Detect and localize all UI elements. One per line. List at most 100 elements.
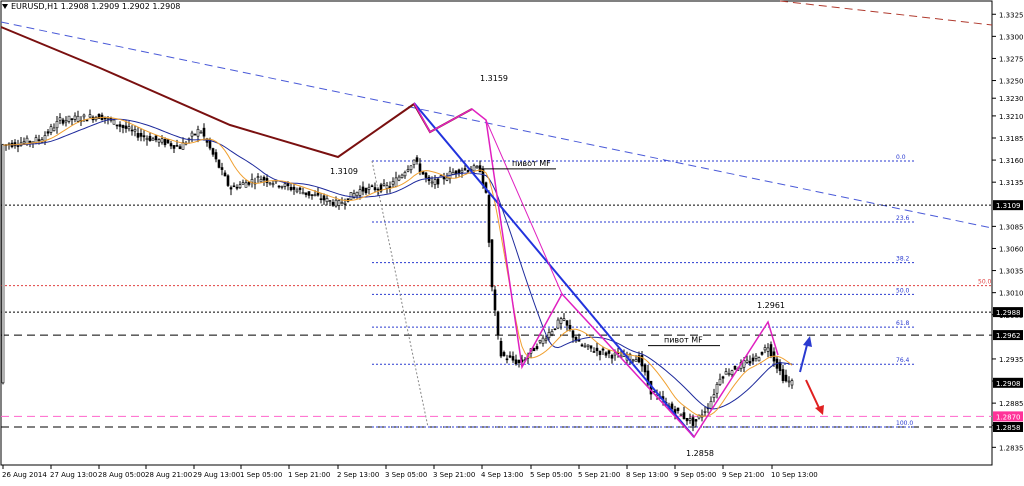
candle-body xyxy=(460,169,464,173)
candle-body xyxy=(610,355,614,359)
candle-body xyxy=(34,137,38,143)
candle-body xyxy=(364,188,368,194)
candle-body xyxy=(130,129,134,132)
candle-body xyxy=(559,318,563,324)
x-tick-label: 1 Sep 21:00 xyxy=(288,471,330,479)
candle-body xyxy=(49,126,53,133)
candle-body xyxy=(769,344,773,357)
chart-svg: 1.3325 1.3300 1.3275 1.3250 1.3230 1.3210 1.31… xyxy=(0,0,1024,479)
x-tick-label: 4 Sep 13:00 xyxy=(481,471,523,479)
candle-body xyxy=(46,131,50,134)
fib-level-label: 50.0 xyxy=(896,287,910,294)
candle-body xyxy=(292,186,296,190)
candle-body xyxy=(493,289,497,311)
candle-body xyxy=(238,184,242,189)
fib-level-label: 100.0 xyxy=(896,420,913,427)
candle-body xyxy=(403,172,407,177)
candle-body xyxy=(727,373,731,375)
candle-body xyxy=(322,195,326,201)
candle-body xyxy=(295,189,299,193)
candle-body xyxy=(463,168,467,170)
candle-body xyxy=(163,139,167,146)
candle-body xyxy=(370,185,374,188)
candle-body xyxy=(70,118,74,121)
price-tag-label: 1.2858 xyxy=(996,424,1021,432)
candle-body xyxy=(694,419,698,422)
candle-body xyxy=(787,380,791,383)
candle-body xyxy=(454,170,458,174)
candle-body xyxy=(631,359,635,362)
candle-body xyxy=(358,189,362,196)
x-tick-label: 8 Sep 13:00 xyxy=(626,471,668,479)
candle-body xyxy=(289,186,293,191)
candle-body xyxy=(67,115,71,122)
candle-body xyxy=(175,145,179,147)
candle-body xyxy=(220,167,224,170)
candle-body xyxy=(487,195,491,243)
candle-body xyxy=(1,144,5,384)
candle-body xyxy=(178,146,182,150)
ohlc-low: 1.2902 xyxy=(121,2,150,11)
candle-body xyxy=(715,384,719,394)
candle-body xyxy=(229,187,233,190)
candle-body xyxy=(286,182,290,187)
candle-body xyxy=(604,352,608,356)
candle-body xyxy=(766,347,770,352)
candle-body xyxy=(721,376,725,379)
y-tick-label: 1.3060 xyxy=(999,245,1024,253)
annotation-1.2961: 1.2961 xyxy=(757,301,785,310)
fib-level-label: 38.2 xyxy=(896,256,910,263)
symbol-label: EURUSD,H1 xyxy=(11,2,59,11)
candle-body xyxy=(313,194,317,197)
candle-body xyxy=(550,331,554,335)
y-tick-label: 1.3210 xyxy=(999,113,1024,121)
candle-body xyxy=(361,186,365,192)
candle-body xyxy=(283,183,287,187)
candle-body xyxy=(670,403,674,410)
candle-body xyxy=(607,350,611,354)
x-tick-label: 28 Aug 21:00 xyxy=(145,471,192,479)
candle-body xyxy=(226,175,230,186)
y-tick-label: 1.2835 xyxy=(999,444,1024,452)
x-tick-label: 26 Aug 2014 xyxy=(2,471,47,479)
candle-body xyxy=(751,357,755,362)
candle-body xyxy=(424,172,428,178)
candle-body xyxy=(139,132,143,137)
y-tick-label: 1.2935 xyxy=(999,356,1024,364)
price-tag-label: 1.2870 xyxy=(996,413,1021,421)
candle-body xyxy=(580,344,584,347)
candle-body xyxy=(196,129,200,137)
candle-body xyxy=(412,159,416,165)
candle-body xyxy=(223,172,227,177)
candle-body xyxy=(37,139,41,141)
ohlc-open: 1.2908 xyxy=(60,2,89,11)
candle-body xyxy=(415,157,419,162)
candle-body xyxy=(502,352,506,357)
x-tick-label: 27 Aug 13:00 xyxy=(50,471,97,479)
x-tick-label: 5 Sep 21:00 xyxy=(578,471,620,479)
chart-menu-triangle-icon[interactable] xyxy=(2,4,8,9)
candle-body xyxy=(724,371,728,375)
candle-body xyxy=(367,186,371,190)
level-50-red-label: 50.0 xyxy=(978,279,992,286)
y-tick-label: 1.2885 xyxy=(999,400,1024,408)
candle-body xyxy=(166,139,170,144)
candle-body xyxy=(88,114,92,118)
y-tick-label: 1.3135 xyxy=(999,179,1024,187)
y-tick-label: 1.3325 xyxy=(999,11,1024,19)
candle-body xyxy=(82,114,86,118)
candle-body xyxy=(781,369,785,381)
y-tick-label: 1.3010 xyxy=(999,290,1024,298)
x-tick-label: 9 Sep 05:00 xyxy=(674,471,716,479)
candle-body xyxy=(472,165,476,172)
candle-body xyxy=(301,192,305,195)
fib-level-label: 76.4 xyxy=(896,357,910,364)
candle-body xyxy=(133,129,137,132)
candle-body xyxy=(676,407,680,412)
y-tick-label: 1.3250 xyxy=(999,78,1024,86)
candle-body xyxy=(589,345,593,349)
x-tick-label: 9 Sep 21:00 xyxy=(722,471,764,479)
candle-body xyxy=(517,359,521,363)
candle-body xyxy=(556,319,560,329)
y-tick-label: 1.3185 xyxy=(999,135,1024,143)
